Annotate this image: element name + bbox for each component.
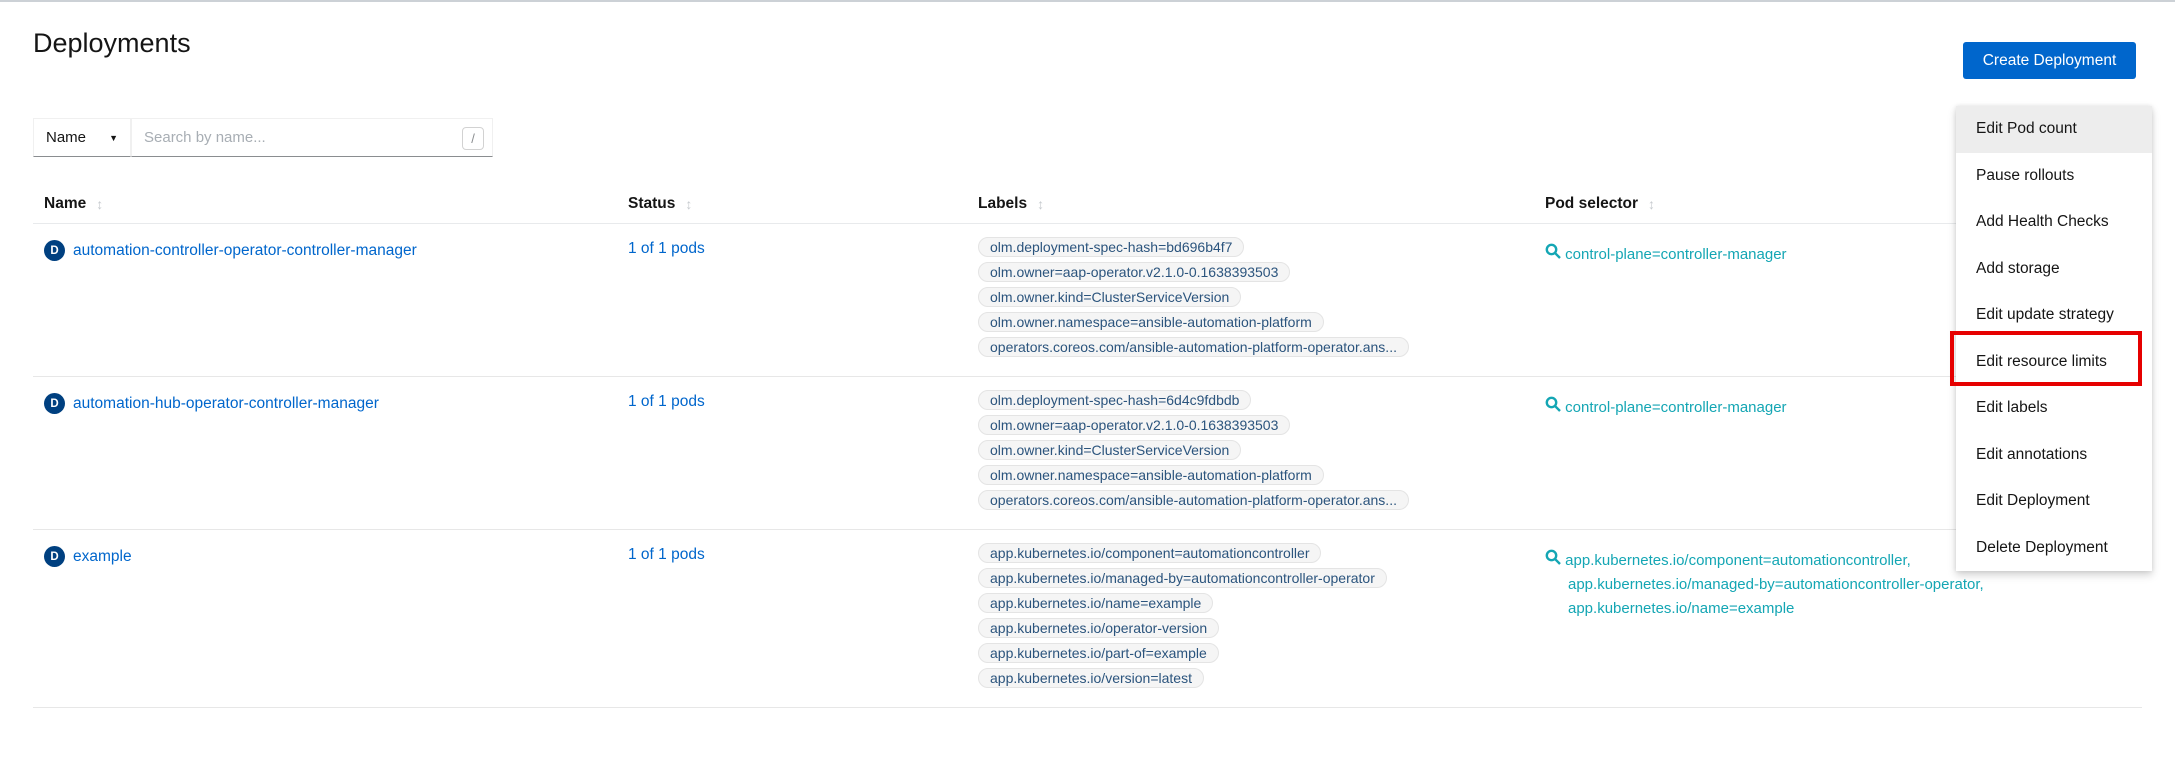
- deployment-name-link[interactable]: automation-controller-operator-controlle…: [73, 242, 417, 260]
- pod-status-link[interactable]: 1 of 1 pods: [628, 393, 705, 410]
- status-cell: 1 of 1 pods: [617, 377, 978, 425]
- table-row: D automation-controller-operator-control…: [33, 224, 2142, 377]
- menu-item-pause-rollouts[interactable]: Pause rollouts: [1956, 153, 2152, 200]
- search-icon: [1545, 243, 1561, 259]
- filter-type-dropdown[interactable]: Name ▼: [33, 118, 131, 157]
- menu-item-add-health-checks[interactable]: Add Health Checks: [1956, 199, 2152, 246]
- label-chip[interactable]: app.kubernetes.io/part-of=example: [978, 643, 1219, 663]
- label-chip[interactable]: app.kubernetes.io/component=automationco…: [978, 543, 1321, 563]
- menu-item-edit-resource-limits[interactable]: Edit resource limits: [1956, 339, 2152, 386]
- status-cell: 1 of 1 pods: [617, 224, 978, 272]
- menu-item-edit-labels[interactable]: Edit labels: [1956, 385, 2152, 432]
- label-chip[interactable]: olm.owner.namespace=ansible-automation-p…: [978, 312, 1324, 332]
- menu-item-add-storage[interactable]: Add storage: [1956, 246, 2152, 293]
- label-chip[interactable]: olm.deployment-spec-hash=6d4c9fdbdb: [978, 390, 1251, 410]
- deployment-resource-badge: D: [44, 393, 65, 414]
- column-header-name[interactable]: Name ↕: [33, 192, 617, 213]
- table-row: D automation-hub-operator-controller-man…: [33, 377, 2142, 530]
- search-input[interactable]: [132, 119, 492, 156]
- deployment-resource-badge: D: [44, 546, 65, 567]
- table-header-row: Name ↕ Status ↕ Labels ↕ Pod selector ↕: [33, 192, 2142, 224]
- pod-selector-link[interactable]: app.kubernetes.io/managed-by=automationc…: [1545, 573, 2098, 597]
- sort-icon: ↕: [685, 196, 692, 212]
- sort-icon: ↕: [96, 196, 103, 212]
- label-chip[interactable]: olm.deployment-spec-hash=bd696b4f7: [978, 237, 1244, 257]
- menu-item-edit-pod-count[interactable]: Edit Pod count: [1956, 106, 2152, 153]
- pod-status-link[interactable]: 1 of 1 pods: [628, 240, 705, 257]
- column-header-status[interactable]: Status ↕: [617, 192, 978, 213]
- label-chip[interactable]: olm.owner=aap-operator.v2.1.0-0.16383935…: [978, 262, 1290, 282]
- deployments-page: Deployments Create Deployment Name ▼ / N…: [0, 0, 2175, 765]
- deployment-name-link[interactable]: automation-hub-operator-controller-manag…: [73, 395, 379, 413]
- deployment-name-link[interactable]: example: [73, 548, 132, 566]
- keyboard-shortcut-badge: /: [462, 127, 484, 150]
- pod-status-link[interactable]: 1 of 1 pods: [628, 546, 705, 563]
- search-icon: [1545, 396, 1561, 412]
- deployment-resource-badge: D: [44, 240, 65, 261]
- name-cell: D automation-hub-operator-controller-man…: [33, 377, 617, 428]
- labels-cell: olm.deployment-spec-hash=bd696b4f7 olm.o…: [978, 224, 1545, 376]
- label-chip[interactable]: app.kubernetes.io/operator-version: [978, 618, 1219, 638]
- label-chip[interactable]: operators.coreos.com/ansible-automation-…: [978, 337, 1409, 357]
- page-title: Deployments: [33, 28, 191, 59]
- label-chip[interactable]: olm.owner.kind=ClusterServiceVersion: [978, 287, 1241, 307]
- label-chip[interactable]: olm.owner.namespace=ansible-automation-p…: [978, 465, 1324, 485]
- search-field-wrapper: /: [131, 118, 493, 157]
- status-cell: 1 of 1 pods: [617, 530, 978, 578]
- pod-selector-link[interactable]: app.kubernetes.io/name=example: [1545, 597, 2098, 621]
- label-chip[interactable]: olm.owner.kind=ClusterServiceVersion: [978, 440, 1241, 460]
- label-chip[interactable]: olm.owner=aap-operator.v2.1.0-0.16383935…: [978, 415, 1290, 435]
- labels-cell: olm.deployment-spec-hash=6d4c9fdbdb olm.…: [978, 377, 1545, 529]
- label-chip[interactable]: app.kubernetes.io/version=latest: [978, 668, 1204, 688]
- menu-item-edit-update-strategy[interactable]: Edit update strategy: [1956, 292, 2152, 339]
- filter-toolbar: Name ▼ /: [33, 118, 493, 157]
- create-deployment-button[interactable]: Create Deployment: [1963, 42, 2136, 79]
- search-icon: [1545, 549, 1561, 565]
- sort-icon: ↕: [1648, 196, 1655, 212]
- label-chip[interactable]: operators.coreos.com/ansible-automation-…: [978, 490, 1409, 510]
- name-cell: D automation-controller-operator-control…: [33, 224, 617, 275]
- deployment-actions-menu: Edit Pod count Pause rollouts Add Health…: [1956, 106, 2152, 571]
- table-row: D example 1 of 1 pods app.kubernetes.io/…: [33, 530, 2142, 708]
- deployments-table: Name ↕ Status ↕ Labels ↕ Pod selector ↕ …: [33, 192, 2142, 708]
- filter-type-label: Name: [46, 129, 86, 146]
- label-chip[interactable]: app.kubernetes.io/name=example: [978, 593, 1213, 613]
- menu-item-edit-deployment[interactable]: Edit Deployment: [1956, 478, 2152, 525]
- chevron-down-icon: ▼: [109, 133, 118, 143]
- menu-item-edit-annotations[interactable]: Edit annotations: [1956, 432, 2152, 479]
- label-chip[interactable]: app.kubernetes.io/managed-by=automationc…: [978, 568, 1387, 588]
- labels-cell: app.kubernetes.io/component=automationco…: [978, 530, 1545, 707]
- sort-icon: ↕: [1037, 196, 1044, 212]
- name-cell: D example: [33, 530, 617, 581]
- menu-item-delete-deployment[interactable]: Delete Deployment: [1956, 525, 2152, 572]
- column-header-labels[interactable]: Labels ↕: [978, 192, 1545, 213]
